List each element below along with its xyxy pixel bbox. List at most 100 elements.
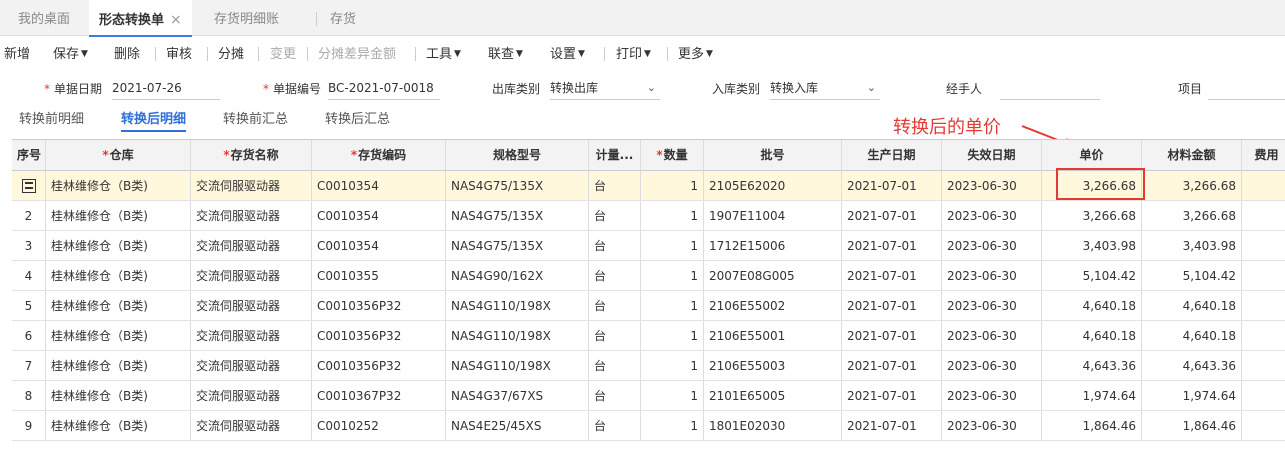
cell-fee[interactable] — [1242, 231, 1285, 260]
cell-qty[interactable]: 1 — [641, 351, 704, 380]
cell-warehouse[interactable]: 桂林维修仓（B类) — [46, 381, 191, 410]
table-row[interactable]: 6 桂林维修仓（B类) 交流伺服驱动器 C0010356P32 NAS4G110/198… — [12, 321, 1285, 351]
cell-name[interactable]: 交流伺服驱动器 — [191, 291, 312, 320]
cell-amount[interactable]: 5,104.42 — [1142, 261, 1242, 290]
table-row[interactable]: 5 桂林维修仓（B类) 交流伺服驱动器 C0010356P32 NAS4G110/198… — [12, 291, 1285, 321]
column-header[interactable]: 单价 — [1042, 140, 1142, 170]
table-row[interactable]: 8 桂林维修仓（B类) 交流伺服驱动器 C0010367P32 NAS4G37/67XS… — [12, 381, 1285, 411]
cell-exp[interactable]: 2023-06-30 — [942, 201, 1042, 230]
cell-code[interactable]: C0010252 — [312, 411, 446, 440]
cell-code[interactable]: C0010367P32 — [312, 381, 446, 410]
cell-warehouse[interactable]: 桂林维修仓（B类) — [46, 321, 191, 350]
cell-qty[interactable]: 1 — [641, 261, 704, 290]
tab-after-summary[interactable]: 转换后汇总 — [325, 108, 390, 132]
cell-warehouse[interactable]: 桂林维修仓（B类) — [46, 351, 191, 380]
settings-menu[interactable]: 设置 ▼ — [550, 43, 585, 62]
cell-amount[interactable]: 3,403.98 — [1142, 231, 1242, 260]
cell-spec[interactable]: NAS4G75/135X — [446, 171, 589, 200]
cell-exp[interactable]: 2023-06-30 — [942, 291, 1042, 320]
audit-button[interactable]: 审核 — [166, 43, 192, 62]
cell-amount[interactable]: 3,266.68 — [1142, 201, 1242, 230]
cell-exp[interactable]: 2023-06-30 — [942, 321, 1042, 350]
column-header[interactable]: *仓库 — [46, 140, 191, 170]
cell-qty[interactable]: 1 — [641, 321, 704, 350]
cell-amount[interactable]: 1,974.64 — [1142, 381, 1242, 410]
cell-spec[interactable]: NAS4G110/198X — [446, 321, 589, 350]
cell-exp[interactable]: 2023-06-30 — [942, 381, 1042, 410]
cell-spec[interactable]: NAS4G110/198X — [446, 351, 589, 380]
cell-fee[interactable] — [1242, 381, 1285, 410]
table-row[interactable]: 7 桂林维修仓（B类) 交流伺服驱动器 C0010356P32 NAS4G110/198… — [12, 351, 1285, 381]
tab-inventory-ledger[interactable]: 存货明细账 — [214, 0, 279, 36]
table-row[interactable]: 9 桂林维修仓（B类) 交流伺服驱动器 C0010252 NAS4E25/45XS 台 1 1… — [12, 411, 1285, 441]
cell-warehouse[interactable]: 桂林维修仓（B类) — [46, 261, 191, 290]
cell-unit[interactable]: 台 — [589, 171, 641, 200]
tab-form-conversion[interactable]: 形态转换单 × — [89, 0, 192, 37]
cell-spec[interactable]: NAS4G75/135X — [446, 201, 589, 230]
cell-price[interactable]: 4,640.18 — [1042, 291, 1142, 320]
cell-name[interactable]: 交流伺服驱动器 — [191, 171, 312, 200]
cell-code[interactable]: C0010354 — [312, 171, 446, 200]
close-icon[interactable]: × — [170, 12, 182, 28]
cell-exp[interactable]: 2023-06-30 — [942, 261, 1042, 290]
column-header[interactable]: 序号 — [12, 140, 46, 170]
in-type-select[interactable]: 转换入库 ⌄ — [770, 78, 880, 100]
column-header[interactable]: *存货编码 — [312, 140, 446, 170]
cell-price[interactable]: 3,403.98 — [1042, 231, 1142, 260]
cell-batch[interactable]: 2101E65005 — [704, 381, 842, 410]
tools-menu[interactable]: 工具 ▼ — [426, 43, 461, 62]
cell-fee[interactable] — [1242, 351, 1285, 380]
cell-name[interactable]: 交流伺服驱动器 — [191, 411, 312, 440]
cell-mfg[interactable]: 2021-07-01 — [842, 171, 942, 200]
cell-name[interactable]: 交流伺服驱动器 — [191, 261, 312, 290]
cell-qty[interactable]: 1 — [641, 231, 704, 260]
cell-batch[interactable]: 1712E15006 — [704, 231, 842, 260]
cell-code[interactable]: C0010354 — [312, 201, 446, 230]
cell-amount[interactable]: 4,643.36 — [1142, 351, 1242, 380]
cell-spec[interactable]: NAS4G110/198X — [446, 291, 589, 320]
change-button[interactable]: 变更 — [270, 43, 296, 62]
cell-batch[interactable]: 2007E08G005 — [704, 261, 842, 290]
column-header[interactable]: *数量 — [641, 140, 704, 170]
cell-fee[interactable] — [1242, 321, 1285, 350]
cell-batch[interactable]: 2106E55002 — [704, 291, 842, 320]
cell-batch[interactable]: 2106E55001 — [704, 321, 842, 350]
cell-unit[interactable]: 台 — [589, 291, 641, 320]
tab-before-summary[interactable]: 转换前汇总 — [223, 108, 288, 132]
column-header[interactable]: *存货名称 — [191, 140, 312, 170]
cell-warehouse[interactable]: 桂林维修仓（B类) — [46, 411, 191, 440]
table-row[interactable]: 2 桂林维修仓（B类) 交流伺服驱动器 C0010354 NAS4G75/135X 台 1 1… — [12, 201, 1285, 231]
cell-price[interactable]: 4,643.36 — [1042, 351, 1142, 380]
cell-mfg[interactable]: 2021-07-01 — [842, 321, 942, 350]
cell-qty[interactable]: 1 — [641, 411, 704, 440]
cell-exp[interactable]: 2023-06-30 — [942, 411, 1042, 440]
cell-price[interactable]: 3,266.68 — [1042, 201, 1142, 230]
column-header[interactable]: 费用 — [1242, 140, 1285, 170]
cell-exp[interactable]: 2023-06-30 — [942, 171, 1042, 200]
column-header[interactable]: 失效日期 — [942, 140, 1042, 170]
cell-qty[interactable]: 1 — [641, 381, 704, 410]
row-menu-icon[interactable] — [21, 179, 36, 193]
cell-price[interactable]: 5,104.42 — [1042, 261, 1142, 290]
column-header[interactable]: 计量... — [589, 140, 641, 170]
cell-warehouse[interactable]: 桂林维修仓（B类) — [46, 291, 191, 320]
tab-my-desktop[interactable]: 我的桌面 — [18, 0, 70, 36]
allocate-button[interactable]: 分摊 — [218, 43, 244, 62]
cell-name[interactable]: 交流伺服驱动器 — [191, 231, 312, 260]
column-header[interactable]: 材料金额 — [1142, 140, 1242, 170]
cell-name[interactable]: 交流伺服驱动器 — [191, 201, 312, 230]
cell-mfg[interactable]: 2021-07-01 — [842, 381, 942, 410]
cell-mfg[interactable]: 2021-07-01 — [842, 261, 942, 290]
cell-warehouse[interactable]: 桂林维修仓（B类) — [46, 201, 191, 230]
add-button[interactable]: 新增 — [4, 43, 30, 62]
cell-name[interactable]: 交流伺服驱动器 — [191, 381, 312, 410]
column-header[interactable]: 规格型号 — [446, 140, 589, 170]
allocate-diff-button[interactable]: 分摊差异金额 — [318, 43, 396, 62]
cell-name[interactable]: 交流伺服驱动器 — [191, 321, 312, 350]
cell-code[interactable]: C0010356P32 — [312, 351, 446, 380]
code-field[interactable]: BC-2021-07-0018 — [328, 78, 440, 100]
out-type-select[interactable]: 转换出库 ⌄ — [550, 78, 660, 100]
cell-qty[interactable]: 1 — [641, 201, 704, 230]
cell-warehouse[interactable]: 桂林维修仓（B类) — [46, 171, 191, 200]
cell-amount[interactable]: 3,266.68 — [1142, 171, 1242, 200]
